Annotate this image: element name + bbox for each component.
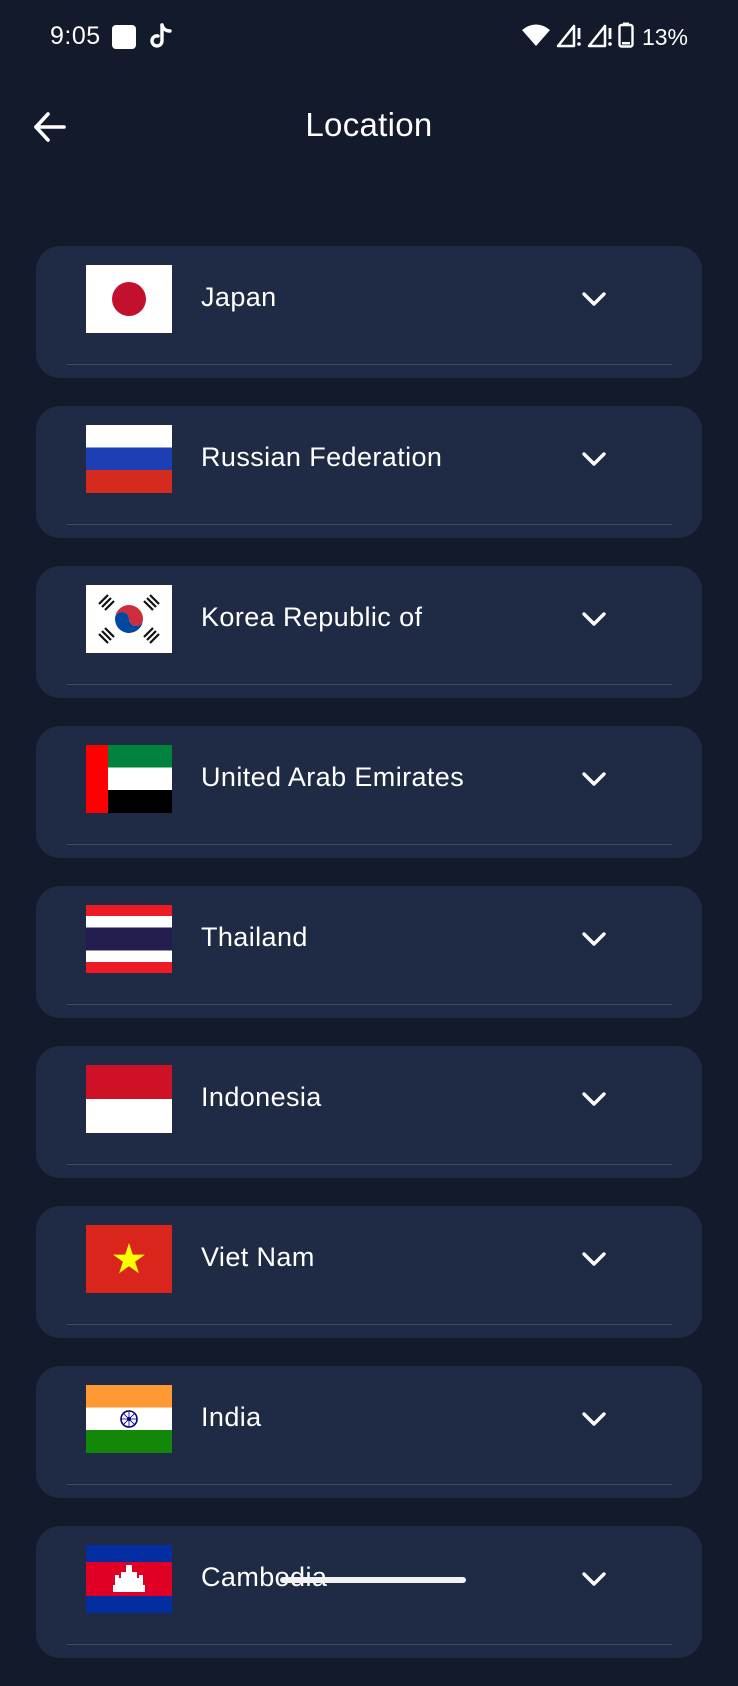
divider	[66, 364, 672, 365]
home-indicator[interactable]	[280, 1577, 466, 1583]
chevron-down-icon[interactable]	[579, 444, 609, 474]
chevron-down-icon[interactable]	[579, 1244, 609, 1274]
country-item-india[interactable]: India	[36, 1366, 702, 1498]
divider	[66, 844, 672, 845]
country-item-japan[interactable]: Japan	[36, 246, 702, 378]
square-notification-icon	[112, 25, 136, 49]
country-name: United Arab Emirates	[201, 762, 465, 792]
battery-icon	[618, 22, 634, 53]
status-bar: 9:05 13%	[0, 0, 738, 76]
country-item-thailand[interactable]: Thailand	[36, 886, 702, 1018]
flag-south-korea-icon	[86, 585, 172, 653]
chevron-down-icon[interactable]	[579, 1404, 609, 1434]
chevron-down-icon[interactable]	[579, 1564, 609, 1594]
tiktok-icon	[150, 22, 176, 50]
country-item-indonesia[interactable]: Indonesia	[36, 1046, 702, 1178]
country-name: Japan	[201, 282, 277, 312]
country-item-cambodia[interactable]: Cambodia	[36, 1526, 702, 1658]
flag-cambodia-icon	[86, 1545, 172, 1613]
country-list: Japan Russian Federation Korea Republic …	[36, 246, 702, 1686]
battery-percent: 13%	[641, 23, 688, 50]
divider	[66, 1004, 672, 1005]
chevron-down-icon[interactable]	[579, 1084, 609, 1114]
chevron-down-icon[interactable]	[579, 764, 609, 794]
signal-icon	[556, 22, 582, 53]
divider	[66, 1164, 672, 1165]
flag-india-icon	[86, 1385, 172, 1453]
flag-uae-icon	[86, 745, 172, 813]
divider	[66, 1324, 672, 1325]
divider	[66, 1484, 672, 1485]
status-time: 9:05	[50, 22, 101, 50]
flag-vietnam-icon	[86, 1225, 172, 1293]
chevron-down-icon[interactable]	[579, 604, 609, 634]
flag-thailand-icon	[86, 905, 172, 973]
header: Location	[0, 90, 738, 162]
signal-icon	[587, 22, 613, 53]
divider	[66, 524, 672, 525]
country-item-uae[interactable]: United Arab Emirates	[36, 726, 702, 858]
country-item-korea[interactable]: Korea Republic of	[36, 566, 702, 698]
status-icons: 13%	[521, 20, 688, 54]
chevron-down-icon[interactable]	[579, 924, 609, 954]
divider	[66, 684, 672, 685]
country-name: India	[201, 1402, 262, 1432]
flag-japan-icon	[86, 265, 172, 333]
flag-indonesia-icon	[86, 1065, 172, 1133]
divider	[66, 1644, 672, 1645]
flag-russia-icon	[86, 425, 172, 493]
country-name: Viet Nam	[201, 1242, 315, 1272]
country-item-vietnam[interactable]: Viet Nam	[36, 1206, 702, 1338]
chevron-down-icon[interactable]	[579, 284, 609, 314]
page-title: Location	[305, 106, 433, 143]
wifi-icon	[521, 23, 551, 52]
country-item-russia[interactable]: Russian Federation	[36, 406, 702, 538]
country-name: Thailand	[201, 922, 308, 952]
country-name: Korea Republic of	[201, 602, 423, 632]
country-name: Indonesia	[201, 1082, 322, 1112]
country-name: Russian Federation	[201, 442, 443, 472]
